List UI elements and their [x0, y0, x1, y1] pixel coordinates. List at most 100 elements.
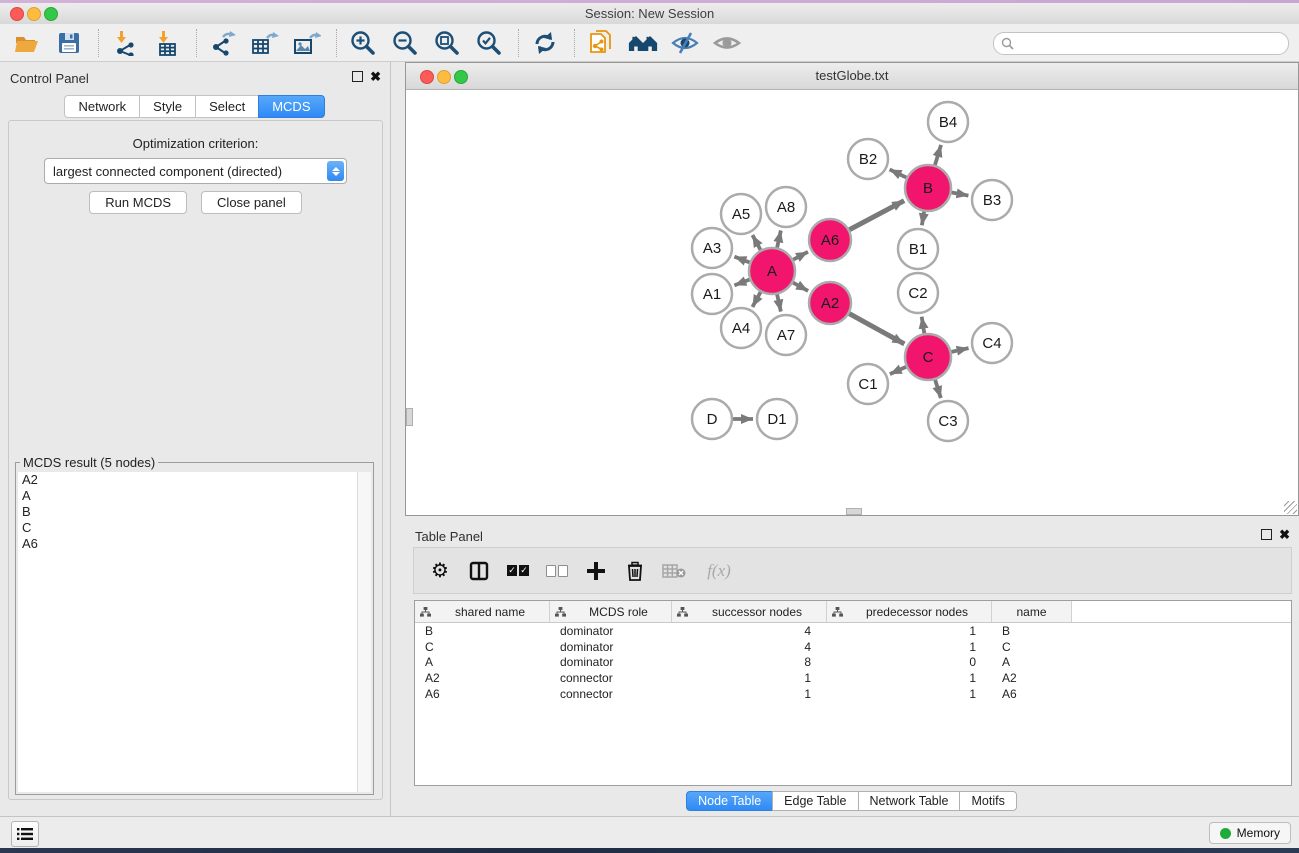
graph-node-B2[interactable]: B2	[848, 139, 888, 179]
cell-name[interactable]: B	[992, 624, 1072, 638]
zoom-selected-icon[interactable]	[474, 28, 504, 58]
cell-MCDS-role[interactable]: dominator	[550, 655, 672, 669]
graph-node-A1[interactable]: A1	[692, 274, 732, 314]
delete-column-icon[interactable]	[623, 559, 647, 583]
bottom-resize-grip[interactable]	[846, 508, 862, 515]
import-network-icon[interactable]	[110, 28, 140, 58]
cell-shared-name[interactable]: C	[415, 640, 550, 654]
open-session-icon[interactable]	[12, 28, 42, 58]
tab-edge-table[interactable]: Edge Table	[772, 791, 858, 811]
zoom-fit-icon[interactable]	[432, 28, 462, 58]
graph-node-B4[interactable]: B4	[928, 102, 968, 142]
cell-MCDS-role[interactable]: dominator	[550, 640, 672, 654]
settings-gear-icon[interactable]: ⚙	[428, 559, 452, 583]
tab-node-table[interactable]: Node Table	[686, 791, 773, 811]
optimization-criterion-select[interactable]: largest connected component (directed)	[44, 158, 347, 184]
export-image-icon[interactable]	[292, 28, 322, 58]
network-window-titlebar[interactable]: testGlobe.txt	[406, 63, 1298, 90]
column-selector-icon[interactable]	[467, 559, 491, 583]
cell-shared-name[interactable]: A2	[415, 671, 550, 685]
cell-shared-name[interactable]: A	[415, 655, 550, 669]
cell-MCDS-role[interactable]: connector	[550, 687, 672, 701]
search-input[interactable]	[1018, 35, 1280, 53]
table-row[interactable]: A2connector11A2	[415, 670, 1291, 686]
float-panel-icon[interactable]	[352, 71, 363, 82]
graph-node-B3[interactable]: B3	[972, 180, 1012, 220]
cell-predecessor-nodes[interactable]: 1	[827, 624, 992, 638]
refresh-icon[interactable]	[530, 28, 560, 58]
cell-successor-nodes[interactable]: 4	[672, 640, 827, 654]
show-all-eye-icon[interactable]	[712, 28, 742, 58]
mcds-result-list[interactable]: A2ABCA6	[18, 472, 371, 792]
tab-select[interactable]: Select	[195, 95, 259, 118]
scrollbar-track[interactable]	[357, 472, 371, 792]
function-builder-icon[interactable]: f(x)	[701, 559, 737, 583]
tab-mcds[interactable]: MCDS	[258, 95, 324, 118]
export-table-icon[interactable]	[250, 28, 280, 58]
cell-shared-name[interactable]: B	[415, 624, 550, 638]
close-panel-icon[interactable]: ✖	[370, 71, 381, 82]
graph-node-A6[interactable]: A6	[809, 219, 851, 261]
network-canvas[interactable]: B4B2BB3A5A8A6B1A3AA1C2A2A4A7C4CC1C3DD1	[406, 90, 1298, 515]
mcds-result-item[interactable]: A2	[18, 472, 371, 488]
network-from-file-icon[interactable]	[586, 28, 616, 58]
column-header-name[interactable]: name	[992, 601, 1072, 622]
table-row[interactable]: A6connector11A6	[415, 686, 1291, 702]
zoom-out-icon[interactable]	[390, 28, 420, 58]
cell-shared-name[interactable]: A6	[415, 687, 550, 701]
graph-node-A[interactable]: A	[749, 248, 795, 294]
graph-node-C[interactable]: C	[905, 334, 951, 380]
tab-style[interactable]: Style	[139, 95, 196, 118]
corner-resize-grip[interactable]	[1284, 501, 1297, 514]
cell-successor-nodes[interactable]: 1	[672, 671, 827, 685]
float-table-panel-icon[interactable]	[1261, 529, 1272, 540]
column-header-predecessor-nodes[interactable]: predecessor nodes	[827, 601, 992, 622]
graph-node-A5[interactable]: A5	[721, 194, 761, 234]
graph-node-D[interactable]: D	[692, 399, 732, 439]
run-mcds-button[interactable]: Run MCDS	[89, 191, 187, 214]
cell-successor-nodes[interactable]: 1	[672, 687, 827, 701]
cell-successor-nodes[interactable]: 8	[672, 655, 827, 669]
graph-node-C2[interactable]: C2	[898, 273, 938, 313]
deselect-all-icon[interactable]	[545, 559, 569, 583]
table-row[interactable]: Cdominator41C	[415, 639, 1291, 655]
table-row[interactable]: Adominator80A	[415, 654, 1291, 670]
graph-node-A8[interactable]: A8	[766, 187, 806, 227]
close-table-panel-icon[interactable]: ✖	[1279, 529, 1290, 540]
graph-node-A3[interactable]: A3	[692, 228, 732, 268]
cell-MCDS-role[interactable]: dominator	[550, 624, 672, 638]
graph-node-A2[interactable]: A2	[809, 282, 851, 324]
home-icon[interactable]	[628, 28, 658, 58]
left-resize-grip[interactable]	[406, 408, 413, 426]
cell-predecessor-nodes[interactable]: 1	[827, 687, 992, 701]
graph-node-D1[interactable]: D1	[757, 399, 797, 439]
cell-MCDS-role[interactable]: connector	[550, 671, 672, 685]
graph-node-A4[interactable]: A4	[721, 308, 761, 348]
graph-node-C3[interactable]: C3	[928, 401, 968, 441]
network-graph[interactable]: B4B2BB3A5A8A6B1A3AA1C2A2A4A7C4CC1C3DD1	[406, 90, 1298, 516]
tab-network[interactable]: Network	[64, 95, 140, 118]
cell-name[interactable]: A2	[992, 671, 1072, 685]
graph-node-C4[interactable]: C4	[972, 323, 1012, 363]
memory-button[interactable]: Memory	[1209, 822, 1291, 844]
task-history-button[interactable]	[11, 821, 39, 847]
cell-predecessor-nodes[interactable]: 0	[827, 655, 992, 669]
close-panel-button[interactable]: Close panel	[201, 191, 302, 214]
tab-network-table[interactable]: Network Table	[858, 791, 961, 811]
table-row[interactable]: Bdominator41B	[415, 623, 1291, 639]
graph-node-A7[interactable]: A7	[766, 315, 806, 355]
tab-motifs[interactable]: Motifs	[959, 791, 1016, 811]
zoom-in-icon[interactable]	[348, 28, 378, 58]
graph-node-C1[interactable]: C1	[848, 364, 888, 404]
graph-node-B1[interactable]: B1	[898, 229, 938, 269]
mcds-result-item[interactable]: A	[18, 488, 371, 504]
column-header-MCDS-role[interactable]: MCDS role	[550, 601, 672, 622]
export-network-icon[interactable]	[208, 28, 238, 58]
cell-predecessor-nodes[interactable]: 1	[827, 640, 992, 654]
mcds-result-item[interactable]: A6	[18, 536, 371, 552]
column-header-successor-nodes[interactable]: successor nodes	[672, 601, 827, 622]
delete-table-icon[interactable]	[662, 559, 686, 583]
mcds-result-item[interactable]: C	[18, 520, 371, 536]
mcds-result-item[interactable]: B	[18, 504, 371, 520]
cell-name[interactable]: C	[992, 640, 1072, 654]
